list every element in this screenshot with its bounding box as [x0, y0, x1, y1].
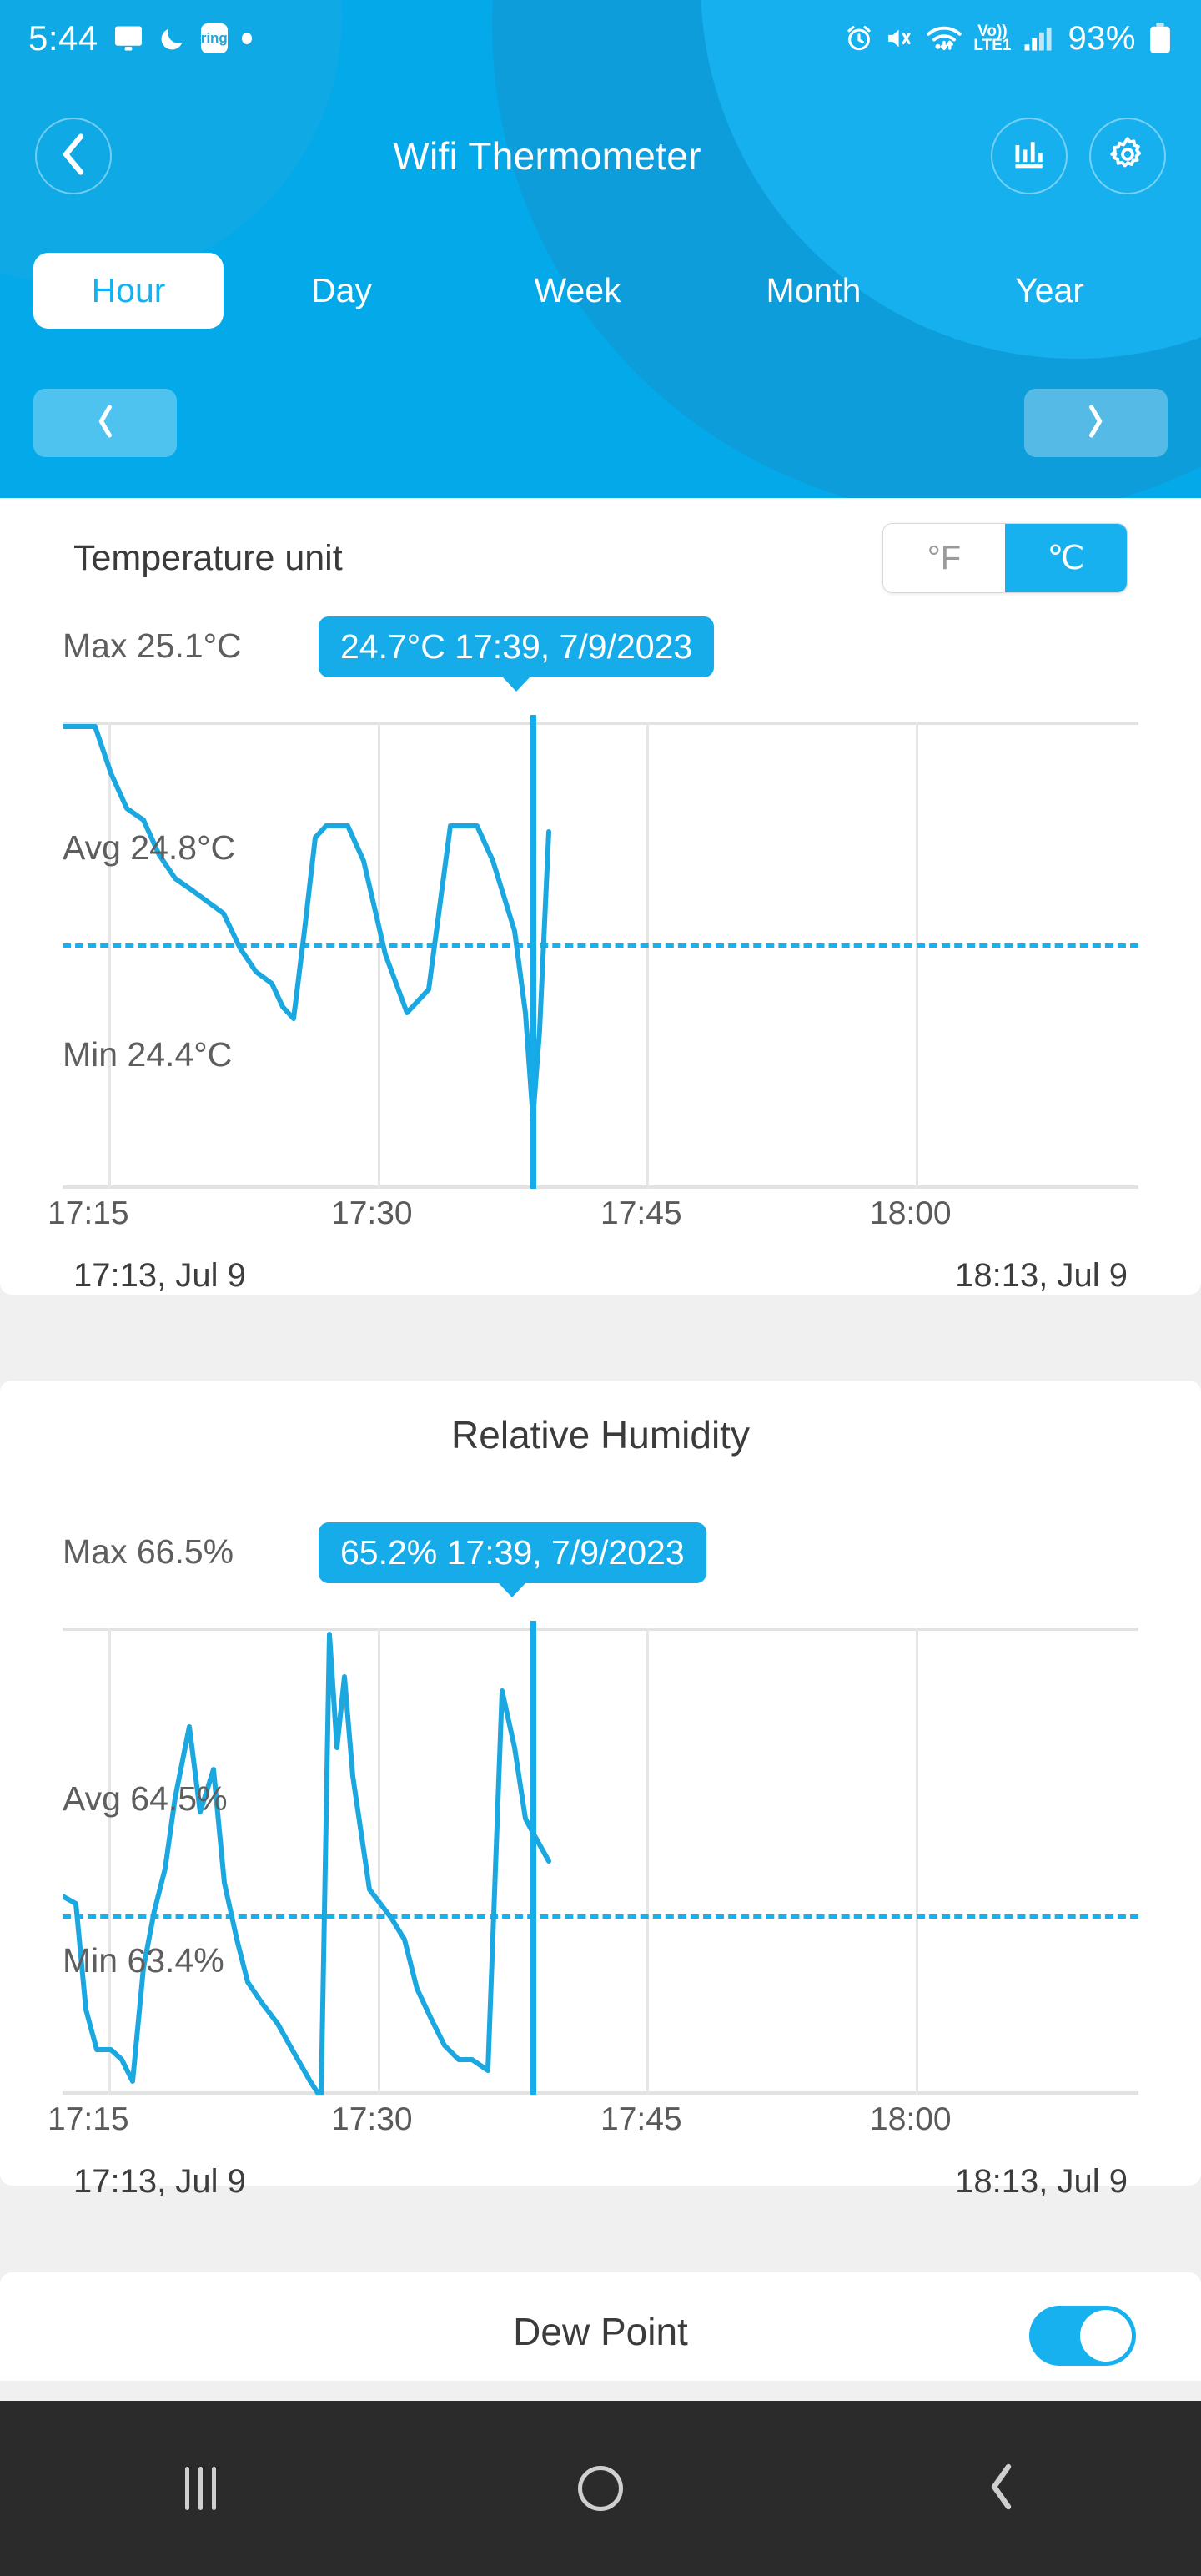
status-clock: 5:44: [28, 18, 98, 58]
humidity-x-axis: 17:15 17:30 17:45 18:00: [48, 2101, 1138, 2151]
previous-period-button[interactable]: [33, 389, 177, 457]
battery-icon: [1148, 23, 1173, 54]
temperature-range-row: 17:13, Jul 9 18:13, Jul 9: [73, 1257, 1128, 1295]
humidity-range-row: 17:13, Jul 9 18:13, Jul 9: [73, 2163, 1128, 2201]
dew-point-toggle[interactable]: [1029, 2306, 1136, 2366]
humidity-plot-area: [63, 1621, 1138, 2095]
period-pager: [0, 377, 1201, 469]
tab-month[interactable]: Month: [696, 253, 932, 329]
humidity-range-start: 17:13, Jul 9: [73, 2163, 246, 2200]
humidity-chart[interactable]: Max 66.5% 65.2% 17:39, 7/9/2023 Avg 64.5…: [0, 1504, 1201, 2200]
temperature-x-axis: 17:15 17:30 17:45 18:00: [48, 1195, 1138, 1245]
volte-icon: Vo)) LTE1: [973, 23, 1012, 54]
x-tick-1730: 17:30: [331, 2101, 413, 2137]
settings-button[interactable]: [1089, 118, 1166, 194]
signal-icon: [1023, 25, 1056, 52]
app-root: 5:44 ring Vo)) LTE1 93% Wifi Thermometer…: [0, 0, 1201, 2576]
alarm-icon: [845, 24, 873, 53]
temperature-min-label: Min 24.4°C: [63, 1035, 233, 1074]
status-bar: 5:44 ring Vo)) LTE1 93%: [0, 0, 1201, 77]
temperature-chart[interactable]: Max 25.1°C 24.7°C 17:39, 7/9/2023 Avg 24…: [0, 598, 1201, 1294]
temperature-max-label: Max 25.1°C: [63, 626, 242, 665]
toggle-knob: [1080, 2310, 1132, 2362]
moon-icon: [158, 24, 187, 53]
battery-percent: 93%: [1068, 19, 1136, 57]
period-tab-bar: Hour Day Week Month Year: [0, 235, 1201, 346]
tab-week[interactable]: Week: [460, 253, 696, 329]
temperature-tooltip: 24.7°C 17:39, 7/9/2023: [319, 616, 715, 677]
android-nav-bar: [0, 2401, 1201, 2576]
x-tick-1730: 17:30: [331, 1195, 413, 1231]
back-button[interactable]: [35, 118, 112, 194]
humidity-min-label: Min 63.4%: [63, 1941, 224, 1980]
tab-year[interactable]: Year: [932, 253, 1168, 329]
bar-chart-icon: [1011, 136, 1048, 177]
temperature-unit-row: Temperature unit °F ℃: [0, 516, 1201, 600]
humidity-tooltip: 65.2% 17:39, 7/9/2023: [319, 1522, 706, 1583]
x-tick-1715: 17:15: [48, 2101, 129, 2137]
chevron-left-icon: [94, 404, 116, 442]
chevron-right-icon: [1085, 404, 1107, 442]
temperature-unit-label: Temperature unit: [73, 537, 343, 578]
wifi-icon: [927, 24, 962, 53]
chevron-left-icon: [59, 133, 88, 179]
temperature-plot-area: [63, 715, 1138, 1189]
humidity-series-svg: [63, 1628, 1138, 2095]
dew-point-card: Dew Point: [0, 2272, 1201, 2381]
unit-fahrenheit-option[interactable]: °F: [883, 524, 1005, 592]
x-tick-1800: 18:00: [870, 2101, 952, 2137]
next-period-button[interactable]: [1024, 389, 1168, 457]
temperature-range-end: 18:13, Jul 9: [955, 1257, 1128, 1294]
back-icon: [986, 2463, 1016, 2514]
cast-icon: [113, 25, 144, 52]
dot-icon: [241, 33, 252, 44]
app-header-block: 5:44 ring Vo)) LTE1 93% Wifi Thermometer…: [0, 0, 1201, 498]
temperature-range-start: 17:13, Jul 9: [73, 1257, 246, 1294]
humidity-avg-label: Avg 64.5%: [63, 1779, 228, 1818]
temperature-series-svg: [63, 722, 1138, 1189]
unit-celsius-option[interactable]: ℃: [1005, 524, 1127, 592]
temperature-avg-label: Avg 24.8°C: [63, 828, 236, 867]
x-tick-1745: 17:45: [600, 1195, 682, 1231]
gear-icon: [1108, 135, 1147, 178]
x-tick-1800: 18:00: [870, 1195, 952, 1231]
volte-network: LTE1: [973, 37, 1012, 54]
x-tick-1715: 17:15: [48, 1195, 129, 1231]
home-icon: [578, 2466, 623, 2511]
temperature-cursor-line: [530, 715, 537, 1189]
temperature-unit-toggle[interactable]: °F ℃: [882, 523, 1128, 593]
status-bar-right: Vo)) LTE1 93%: [845, 20, 1173, 58]
temperature-card: Temperature unit °F ℃ Max 25.1°C 24.7°C …: [0, 498, 1201, 1295]
home-button[interactable]: [517, 2438, 684, 2538]
tab-hour[interactable]: Hour: [33, 253, 224, 329]
recents-button[interactable]: [117, 2438, 284, 2538]
recents-icon: [184, 2467, 216, 2510]
chart-view-button[interactable]: [991, 118, 1068, 194]
humidity-range-end: 18:13, Jul 9: [955, 2163, 1128, 2200]
title-actions: [991, 118, 1166, 194]
ring-app-icon: ring: [201, 23, 228, 53]
dew-point-title: Dew Point: [513, 2310, 688, 2353]
status-bar-left: 5:44 ring: [28, 18, 252, 58]
x-tick-1745: 17:45: [600, 2101, 682, 2137]
tab-day[interactable]: Day: [224, 253, 460, 329]
title-bar: Wifi Thermometer: [0, 77, 1201, 235]
humidity-title: Relative Humidity: [451, 1413, 750, 1457]
mute-vibrate-icon: [885, 24, 915, 53]
system-back-button[interactable]: [917, 2438, 1084, 2538]
humidity-max-label: Max 66.5%: [63, 1532, 234, 1571]
page-title: Wifi Thermometer: [393, 134, 701, 178]
humidity-card: Relative Humidity Max 66.5% 65.2% 17:39,…: [0, 1381, 1201, 2200]
humidity-cursor-line: [530, 1621, 537, 2095]
